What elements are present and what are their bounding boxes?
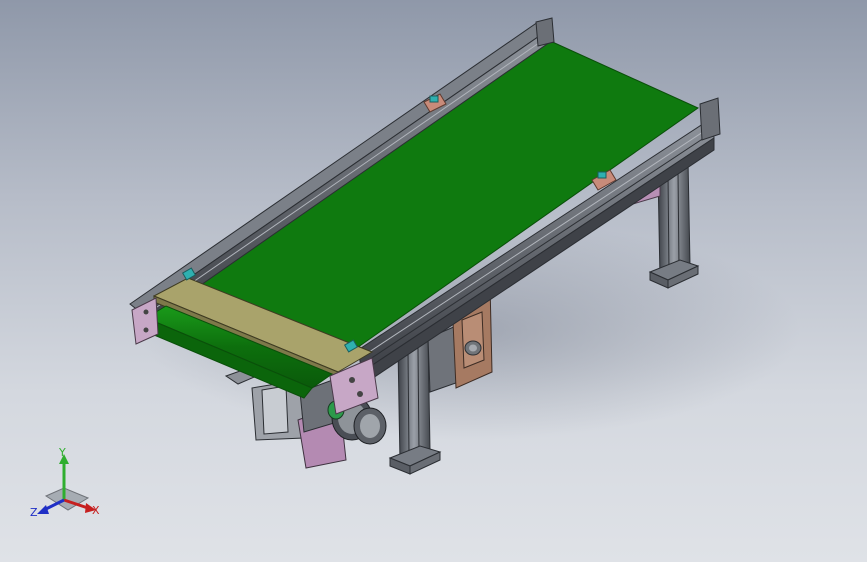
- conveyor-model[interactable]: [0, 0, 867, 562]
- z-axis-arrow: [37, 505, 49, 514]
- z-axis-label: Z: [30, 506, 38, 519]
- y-axis-label: Y: [58, 448, 66, 459]
- rail-end-cap: [535, 17, 555, 47]
- graphics-area[interactable]: Y X Z: [0, 0, 867, 562]
- rail-end-cap: [699, 97, 721, 141]
- x-axis-label: X: [92, 504, 100, 517]
- axis-triad[interactable]: Y X Z: [28, 448, 108, 523]
